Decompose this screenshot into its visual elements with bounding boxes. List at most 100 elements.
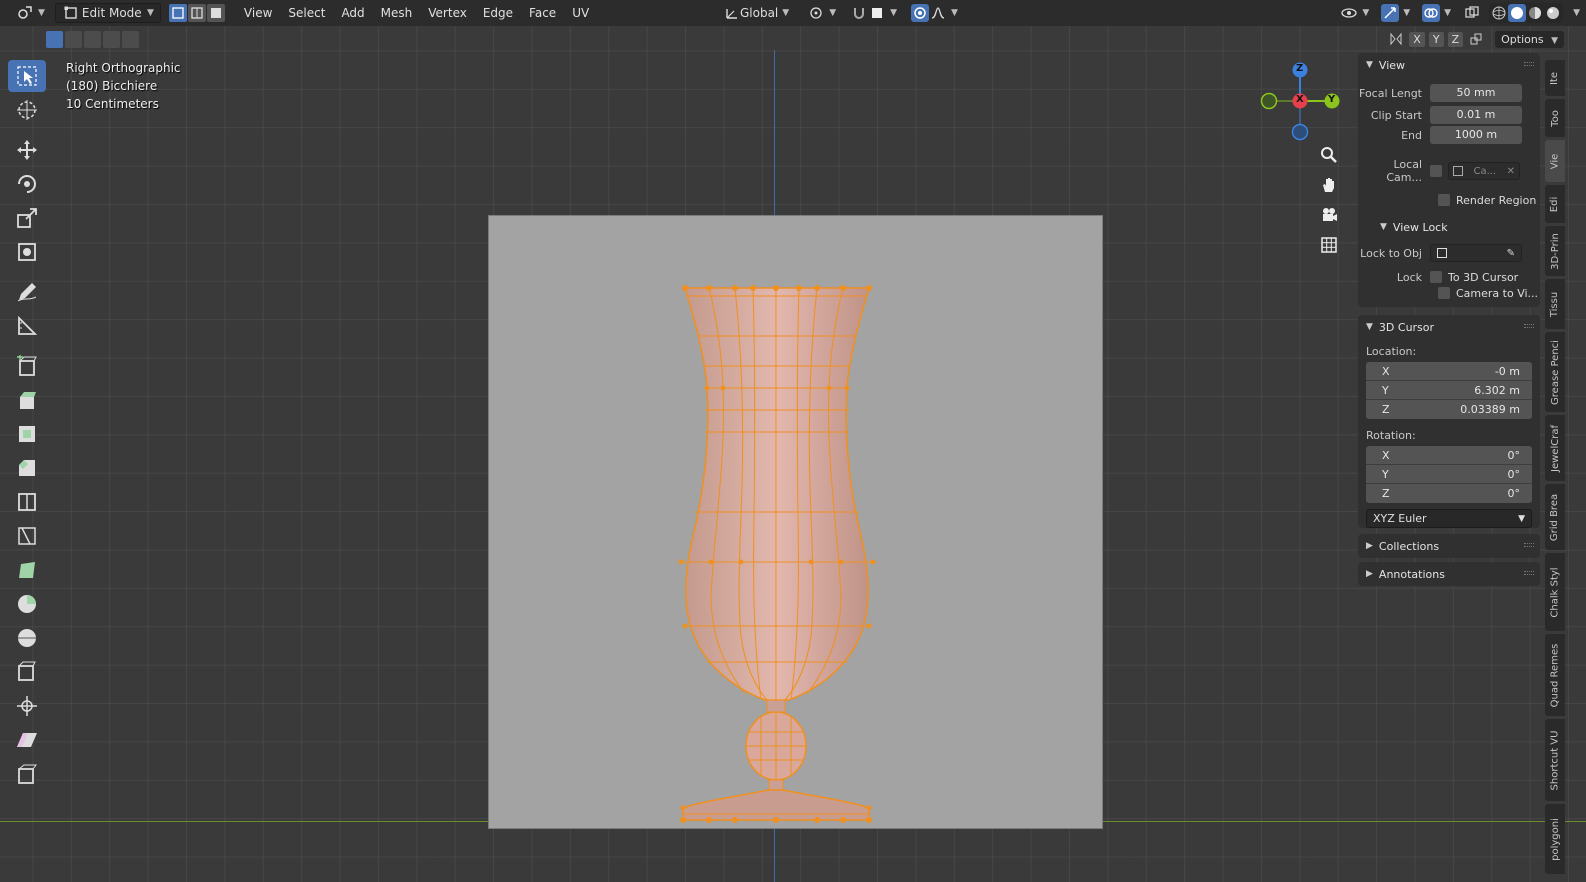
drag-grip-icon[interactable] <box>1524 324 1534 328</box>
extrude-tool[interactable] <box>8 384 46 416</box>
auto-merge-icon[interactable] <box>1467 30 1485 48</box>
rip-region-tool[interactable] <box>8 758 46 790</box>
select-subtract-button[interactable] <box>84 30 101 48</box>
wireframe-shading-icon[interactable] <box>1490 4 1508 22</box>
editor-type-button[interactable]: ▼ <box>10 3 51 23</box>
inset-tool[interactable] <box>8 418 46 450</box>
rendered-shading-icon[interactable] <box>1544 4 1562 22</box>
shading-options-dropdown[interactable]: ▼ <box>1563 3 1586 23</box>
select-difference-button[interactable] <box>103 30 120 48</box>
shrink-fatten-tool[interactable] <box>8 690 46 722</box>
view-lock-header[interactable]: ▼ View Lock <box>1358 215 1540 239</box>
tab-view[interactable]: Vie <box>1545 140 1565 182</box>
menu-add[interactable]: Add <box>333 6 372 20</box>
camera-to-view-checkbox[interactable] <box>1438 287 1450 299</box>
add-cube-tool[interactable] <box>8 350 46 382</box>
bevel-tool[interactable] <box>8 452 46 484</box>
loop-cut-tool[interactable] <box>8 486 46 518</box>
drag-grip-icon[interactable] <box>1524 543 1534 547</box>
location-z-field[interactable]: Z 0.03389 m <box>1366 400 1532 419</box>
tab-edit[interactable]: Edi <box>1545 185 1565 223</box>
rotation-x-field[interactable]: X 0° <box>1366 446 1532 465</box>
clip-start-field[interactable]: 0.01 m <box>1430 106 1522 124</box>
clear-icon[interactable]: ✕ <box>1507 166 1515 177</box>
local-camera-checkbox[interactable] <box>1430 165 1442 177</box>
tab-jewelcraft[interactable]: JewelCraf <box>1545 415 1565 481</box>
material-shading-icon[interactable] <box>1526 4 1544 22</box>
mirror-z-toggle[interactable]: Z <box>1447 31 1464 47</box>
tab-tissue[interactable]: Tissu <box>1545 279 1565 329</box>
face-select-button[interactable] <box>206 4 225 22</box>
edge-select-button[interactable] <box>187 4 206 22</box>
location-x-field[interactable]: X -0 m <box>1366 362 1532 381</box>
annotations-panel-header[interactable]: ▶ Annotations <box>1358 562 1540 586</box>
menu-mesh[interactable]: Mesh <box>373 6 421 20</box>
select-extend-button[interactable] <box>65 30 82 48</box>
move-tool[interactable] <box>8 134 46 166</box>
rotation-y-field[interactable]: Y 0° <box>1366 465 1532 484</box>
menu-vertex[interactable]: Vertex <box>420 6 475 20</box>
annotate-tool[interactable] <box>8 276 46 308</box>
edge-slide-tool[interactable] <box>8 656 46 688</box>
tab-grid-break[interactable]: Grid Brea <box>1545 484 1565 550</box>
scale-tool[interactable] <box>8 202 46 234</box>
eyedropper-icon[interactable]: ✎ <box>1507 248 1515 259</box>
spin-tool[interactable] <box>8 588 46 620</box>
rotate-tool[interactable] <box>8 168 46 200</box>
lock-to-cursor-checkbox[interactable] <box>1430 271 1442 283</box>
overlay-toggle[interactable]: ▼ <box>1416 3 1457 23</box>
pan-button[interactable] <box>1316 172 1342 198</box>
view-panel-header[interactable]: ▼ View <box>1358 53 1540 77</box>
measure-tool[interactable] <box>8 310 46 342</box>
clip-end-field[interactable]: 1000 m <box>1430 126 1522 144</box>
tab-polygoni[interactable]: polygoni <box>1545 804 1565 874</box>
transform-tool[interactable] <box>8 236 46 268</box>
visibility-dropdown[interactable]: ▼ <box>1334 3 1375 23</box>
pivot-dropdown[interactable]: ▼ <box>801 3 842 23</box>
zoom-button[interactable] <box>1316 142 1342 168</box>
tab-shortcut-vu[interactable]: Shortcut VU <box>1545 719 1565 801</box>
tab-3d-print[interactable]: 3D-Prin <box>1545 226 1565 276</box>
snap-toggle[interactable]: ▼ <box>844 3 903 23</box>
select-intersect-button[interactable] <box>122 30 139 48</box>
select-box-tool[interactable] <box>8 60 46 92</box>
cursor-tool[interactable] <box>8 94 46 126</box>
local-camera-field[interactable]: Ca... ✕ <box>1448 162 1520 180</box>
tab-chalk-style[interactable]: Chalk Styl <box>1545 553 1565 631</box>
rotation-z-field[interactable]: Z 0° <box>1366 484 1532 503</box>
tab-quad-remesh[interactable]: Quad Remes <box>1545 634 1565 716</box>
options-dropdown[interactable]: Options ▼ <box>1495 30 1564 48</box>
gizmo-x-label[interactable]: X <box>1296 94 1304 105</box>
smooth-tool[interactable] <box>8 622 46 654</box>
rotation-mode-select[interactable]: XYZ Euler ▼ <box>1366 509 1532 528</box>
reference-image-plane[interactable] <box>488 215 1103 829</box>
glass-mesh-icon[interactable] <box>489 216 1104 830</box>
gizmo-toggle[interactable]: ▼ <box>1375 3 1416 23</box>
lock-object-field[interactable]: ✎ <box>1430 244 1522 262</box>
knife-tool[interactable] <box>8 520 46 552</box>
projection-toggle-button[interactable] <box>1316 232 1342 258</box>
render-region-checkbox[interactable] <box>1438 194 1450 206</box>
camera-view-button[interactable] <box>1316 202 1342 228</box>
mode-dropdown[interactable]: Edit Mode ▼ <box>54 3 161 23</box>
solid-shading-icon[interactable] <box>1508 4 1527 22</box>
drag-grip-icon[interactable] <box>1524 571 1534 575</box>
location-y-field[interactable]: Y 6.302 m <box>1366 381 1532 400</box>
select-new-button[interactable] <box>46 30 63 48</box>
mirror-x-toggle[interactable]: X <box>1409 31 1425 47</box>
menu-uv[interactable]: UV <box>564 6 597 20</box>
xray-toggle[interactable] <box>1457 3 1487 23</box>
shear-tool[interactable] <box>8 724 46 756</box>
navigation-gizmo[interactable]: Z Y X <box>1260 60 1344 144</box>
focal-length-field[interactable]: 50 mm <box>1430 84 1522 102</box>
tab-grease-pencil[interactable]: Grease Penci <box>1545 332 1565 412</box>
gizmo-y-label[interactable]: Y <box>1328 94 1335 105</box>
menu-face[interactable]: Face <box>521 6 564 20</box>
proportional-edit-toggle[interactable]: ▼ <box>905 3 964 23</box>
mirror-y-toggle[interactable]: Y <box>1428 31 1444 47</box>
menu-select[interactable]: Select <box>280 6 333 20</box>
drag-grip-icon[interactable] <box>1524 62 1534 66</box>
cursor-panel-header[interactable]: ▼ 3D Cursor <box>1358 315 1540 339</box>
collections-panel-header[interactable]: ▶ Collections <box>1358 534 1540 558</box>
tab-item[interactable]: Ite <box>1545 60 1565 96</box>
